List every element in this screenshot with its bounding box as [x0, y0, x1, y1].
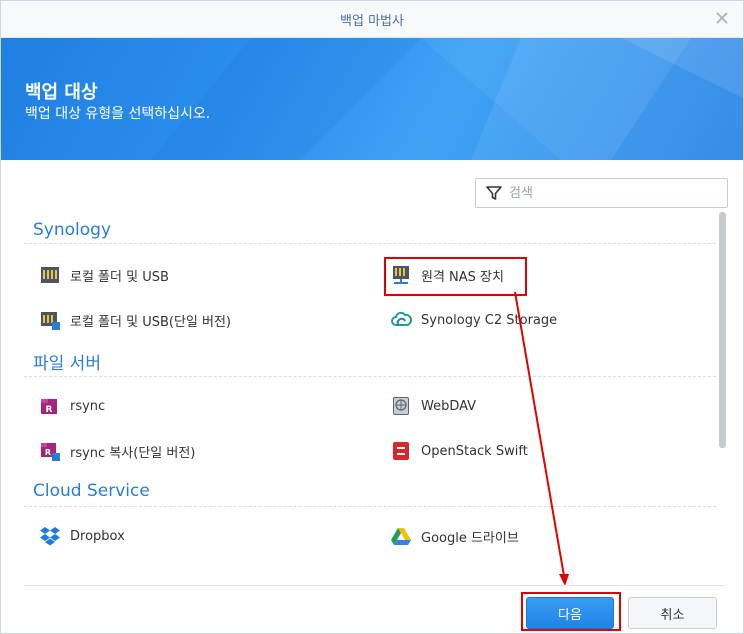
footer-divider — [24, 585, 726, 586]
next-button[interactable]: 다음 — [526, 597, 614, 629]
cancel-button[interactable]: 취소 — [628, 597, 717, 629]
annotation-arrow — [514, 291, 569, 586]
